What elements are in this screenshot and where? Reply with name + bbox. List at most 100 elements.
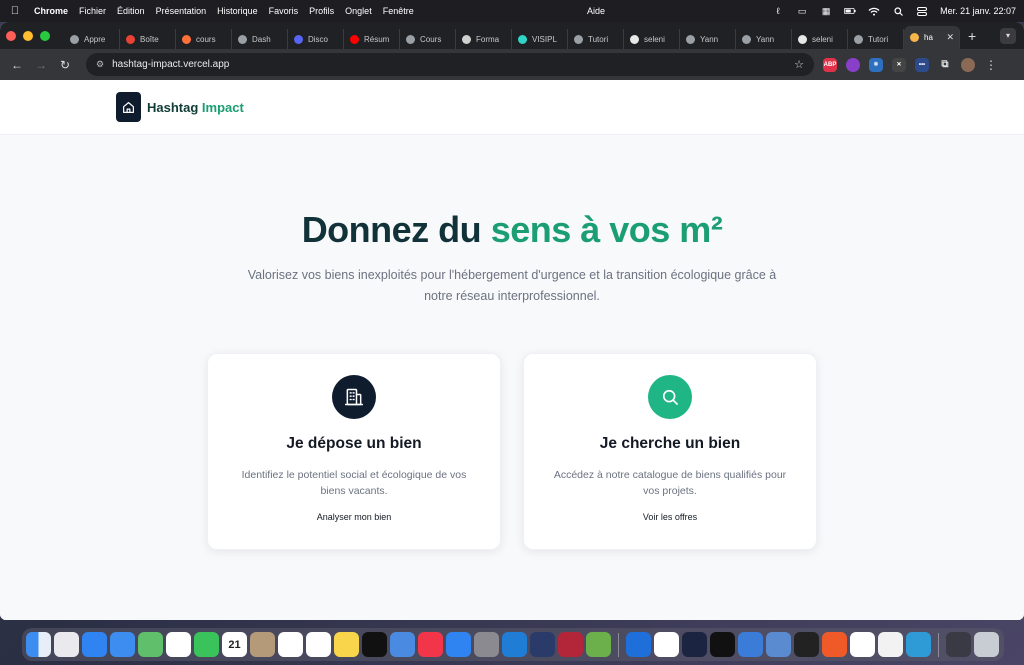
zoom-window-button[interactable] [40, 30, 50, 41]
tab-12[interactable]: Yann [736, 29, 792, 49]
tab-14[interactable]: Tutori [848, 29, 904, 49]
menu-edition[interactable]: Édition [117, 6, 145, 16]
recent-window-icon[interactable] [946, 632, 971, 657]
minimize-window-button[interactable] [23, 30, 33, 41]
mail-icon[interactable] [110, 632, 135, 657]
browser-toolbar: ← → ↻ ⚙ hashtag-impact.vercel.app ☆ ABP … [0, 49, 1024, 80]
xcode-instruments-icon[interactable] [530, 632, 555, 657]
menu-presentation[interactable]: Présentation [156, 6, 207, 16]
quicktime-icon[interactable] [906, 632, 931, 657]
chrome-menu-icon[interactable]: ⋮ [985, 58, 997, 72]
site-logo-text[interactable]: Hashtag Impact [147, 100, 244, 115]
profile-avatar[interactable] [961, 57, 975, 72]
extension-dark-icon[interactable]: ✕ [892, 57, 906, 72]
trash-icon[interactable] [974, 632, 999, 657]
react-devtools-extension-icon[interactable]: ⚛ [869, 57, 883, 72]
card-deposit-property[interactable]: Je dépose un bien Identifiez le potentie… [207, 353, 501, 550]
wifi-icon[interactable] [868, 6, 880, 16]
files-icon[interactable] [738, 632, 763, 657]
screen-mirroring-icon[interactable]: ▭ [796, 6, 808, 16]
chrome-icon[interactable] [654, 632, 679, 657]
chrome-canary-icon[interactable] [850, 632, 875, 657]
battery-icon[interactable] [844, 6, 856, 16]
tab-4[interactable]: Disco [288, 29, 344, 49]
tab-9[interactable]: Tutori [568, 29, 624, 49]
extension-dots-icon[interactable]: ••• [915, 57, 929, 72]
spotlight-search-icon[interactable] [892, 6, 904, 16]
tab-6[interactable]: Cours [400, 29, 456, 49]
tab-0[interactable]: Appre [64, 29, 120, 49]
freeform-icon[interactable] [390, 632, 415, 657]
window-controls [6, 30, 50, 41]
facetime-icon[interactable] [194, 632, 219, 657]
bookmark-star-icon[interactable]: ☆ [794, 58, 804, 71]
menu-app-chrome[interactable]: Chrome [34, 6, 68, 16]
numbers-icon[interactable] [878, 632, 903, 657]
close-window-button[interactable] [6, 30, 16, 41]
card-search-property[interactable]: Je cherche un bien Accédez à notre catal… [523, 353, 817, 550]
menu-fichier[interactable]: Fichier [79, 6, 106, 16]
tab-3[interactable]: Dash [232, 29, 288, 49]
address-bar[interactable]: ⚙ hashtag-impact.vercel.app ☆ [86, 53, 814, 76]
new-tab-button[interactable]: + [968, 28, 976, 44]
android-studio-icon[interactable] [682, 632, 707, 657]
xcode-icon[interactable] [626, 632, 651, 657]
apple-tv-icon[interactable] [362, 632, 387, 657]
tab-11[interactable]: Yann [680, 29, 736, 49]
menu-fenetre[interactable]: Fenêtre [383, 6, 414, 16]
tab-1[interactable]: Boîte [120, 29, 176, 49]
house-logo-icon[interactable] [116, 92, 141, 122]
menu-aide[interactable]: Aide [587, 6, 605, 16]
photos-icon[interactable] [166, 632, 191, 657]
extension-purple-icon[interactable] [846, 57, 860, 72]
reload-button[interactable]: ↻ [56, 58, 74, 72]
notes-icon[interactable] [334, 632, 359, 657]
view-offers-link[interactable]: Voir les offres [524, 512, 816, 522]
script-status-icon[interactable]: ℓ [772, 6, 784, 16]
swift-icon[interactable] [822, 632, 847, 657]
forward-button[interactable]: → [32, 58, 50, 72]
contacts-icon[interactable] [250, 632, 275, 657]
pycharm-icon[interactable] [710, 632, 735, 657]
menu-profils[interactable]: Profils [309, 6, 334, 16]
reminders-icon[interactable] [306, 632, 331, 657]
menu-historique[interactable]: Historique [217, 6, 258, 16]
vscode-icon[interactable] [502, 632, 527, 657]
menu-onglet[interactable]: Onglet [345, 6, 372, 16]
finder-icon[interactable] [26, 632, 51, 657]
hashtag-impact-favicon-icon [910, 33, 919, 42]
close-tab-icon[interactable]: ✕ [946, 32, 954, 43]
back-button[interactable]: ← [8, 58, 26, 72]
safari-icon[interactable] [82, 632, 107, 657]
red-app-icon[interactable] [558, 632, 583, 657]
tab-7[interactable]: Forma [456, 29, 512, 49]
tab-label: Disco [308, 34, 329, 44]
system-settings-icon[interactable] [474, 632, 499, 657]
terminal-icon[interactable] [794, 632, 819, 657]
tab-search-chevron-icon[interactable]: ▾ [1000, 27, 1016, 44]
analyze-property-link[interactable]: Analyser mon bien [208, 512, 500, 522]
site-info-icon[interactable]: ⚙ [96, 59, 104, 70]
launchpad-icon[interactable] [54, 632, 79, 657]
extensions-puzzle-icon[interactable]: ⧉ [938, 58, 952, 72]
music-icon[interactable] [418, 632, 443, 657]
calendar-icon[interactable]: 21 [222, 632, 247, 657]
globe-icon [854, 34, 863, 44]
tab-2[interactable]: cours [176, 29, 232, 49]
tab-8[interactable]: VISIPL [512, 29, 568, 49]
maps-icon[interactable] [138, 632, 163, 657]
adblock-extension-icon[interactable]: ABP [823, 57, 837, 72]
display-icon[interactable]: ▦ [820, 6, 832, 16]
slack-icon[interactable] [278, 632, 303, 657]
app-store-icon[interactable] [446, 632, 471, 657]
tab-13[interactable]: seleni [792, 29, 848, 49]
apple-menu-icon[interactable]:  [8, 5, 22, 17]
tab-active-hashtag-impact[interactable]: ha ✕ [904, 26, 960, 49]
green-app-icon[interactable] [586, 632, 611, 657]
tab-5[interactable]: Résum [344, 29, 400, 49]
menubar-clock[interactable]: Mer. 21 janv. 22:07 [940, 6, 1016, 16]
menu-favoris[interactable]: Favoris [269, 6, 299, 16]
tab-10[interactable]: seleni [624, 29, 680, 49]
control-center-icon[interactable] [916, 6, 928, 16]
simulator-icon[interactable] [766, 632, 791, 657]
